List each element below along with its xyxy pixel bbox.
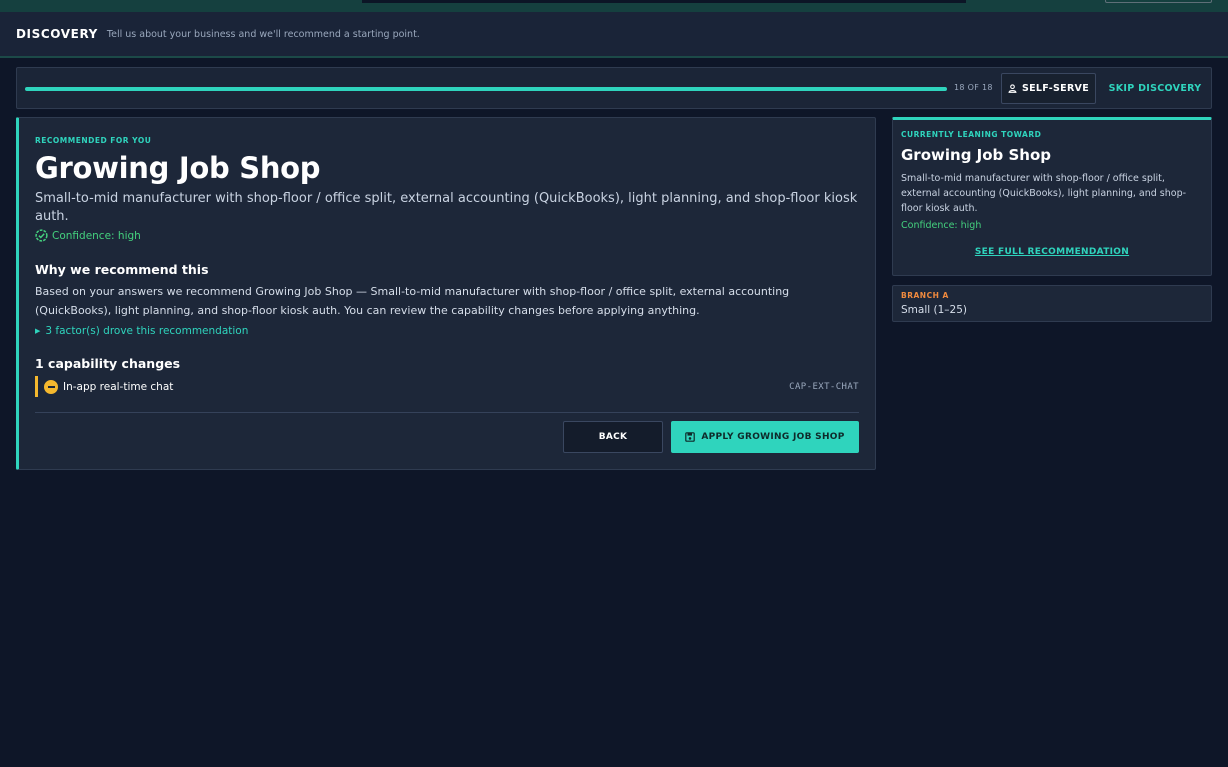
self-serve-label: SELF-SERVE	[1021, 83, 1089, 94]
apply-label: APPLY GROWING JOB SHOP	[701, 432, 845, 442]
minus-circle-icon	[44, 379, 58, 394]
see-full-recommendation-link[interactable]: SEE FULL RECOMMENDATION	[893, 247, 1211, 257]
why-text: Based on your answers we recommend Growi…	[35, 285, 790, 317]
leaning-panel: CURRENTLY LEANING TOWARD Growing Job Sho…	[892, 117, 1212, 276]
person-icon	[1008, 84, 1017, 93]
top-app-bar	[0, 0, 1228, 12]
leaning-confidence: Confidence: high	[901, 220, 982, 231]
top-search-area	[362, 0, 966, 3]
factors-label: 3 factor(s) drove this recommendation	[45, 325, 249, 337]
page-tagline: Tell us about your business and we'll re…	[106, 28, 420, 40]
recommendation-eyebrow: RECOMMENDED FOR YOU	[35, 136, 152, 145]
branch-label: BRANCH A	[901, 291, 949, 300]
recommendation-summary: Small-to-mid manufacturer with shop-floo…	[35, 191, 858, 224]
progress-fill	[25, 87, 947, 91]
leaning-eyebrow: CURRENTLY LEANING TOWARD	[901, 130, 1042, 139]
recommendation-title: Growing Job Shop	[35, 151, 321, 185]
branch-value: Small (1–25)	[901, 304, 967, 316]
caret-right-icon: ▶	[35, 327, 41, 335]
self-serve-button[interactable]: SELF-SERVE	[1001, 73, 1096, 104]
capability-code: CAP-EXT-CHAT	[789, 381, 859, 392]
branch-panel: BRANCH A Small (1–25)	[892, 285, 1212, 322]
progress-panel: 18 OF 18 SELF-SERVE SKIP DISCOVERY	[16, 67, 1212, 109]
back-button[interactable]: BACK	[563, 421, 663, 453]
check-badge-icon	[35, 229, 48, 242]
confidence-indicator: Confidence: high	[35, 229, 141, 242]
card-divider	[35, 412, 859, 413]
apply-button[interactable]: APPLY GROWING JOB SHOP	[671, 421, 859, 453]
progress-track	[25, 87, 947, 91]
page-title: DISCOVERY	[16, 27, 98, 41]
confidence-label: Confidence: high	[52, 229, 141, 242]
step-counter: 18 OF 18	[954, 83, 993, 92]
capability-name: In-app real-time chat	[63, 380, 174, 393]
discovery-header: DISCOVERY Tell us about your business an…	[0, 12, 1228, 58]
leaning-title: Growing Job Shop	[901, 146, 1052, 164]
skip-discovery-button[interactable]: SKIP DISCOVERY	[1105, 68, 1205, 108]
leaning-description: Small-to-mid manufacturer with shop-floo…	[901, 173, 1187, 214]
recommendation-card: RECOMMENDED FOR YOU Growing Job Shop Sma…	[16, 117, 876, 470]
capabilities-heading: 1 capability changes	[35, 356, 181, 371]
factors-toggle[interactable]: ▶ 3 factor(s) drove this recommendation	[35, 325, 248, 337]
save-icon	[685, 432, 696, 442]
why-heading: Why we recommend this	[35, 262, 209, 277]
top-bar-button[interactable]	[1105, 0, 1212, 3]
capability-row: In-app real-time chat CAP-EXT-CHAT	[35, 376, 859, 397]
